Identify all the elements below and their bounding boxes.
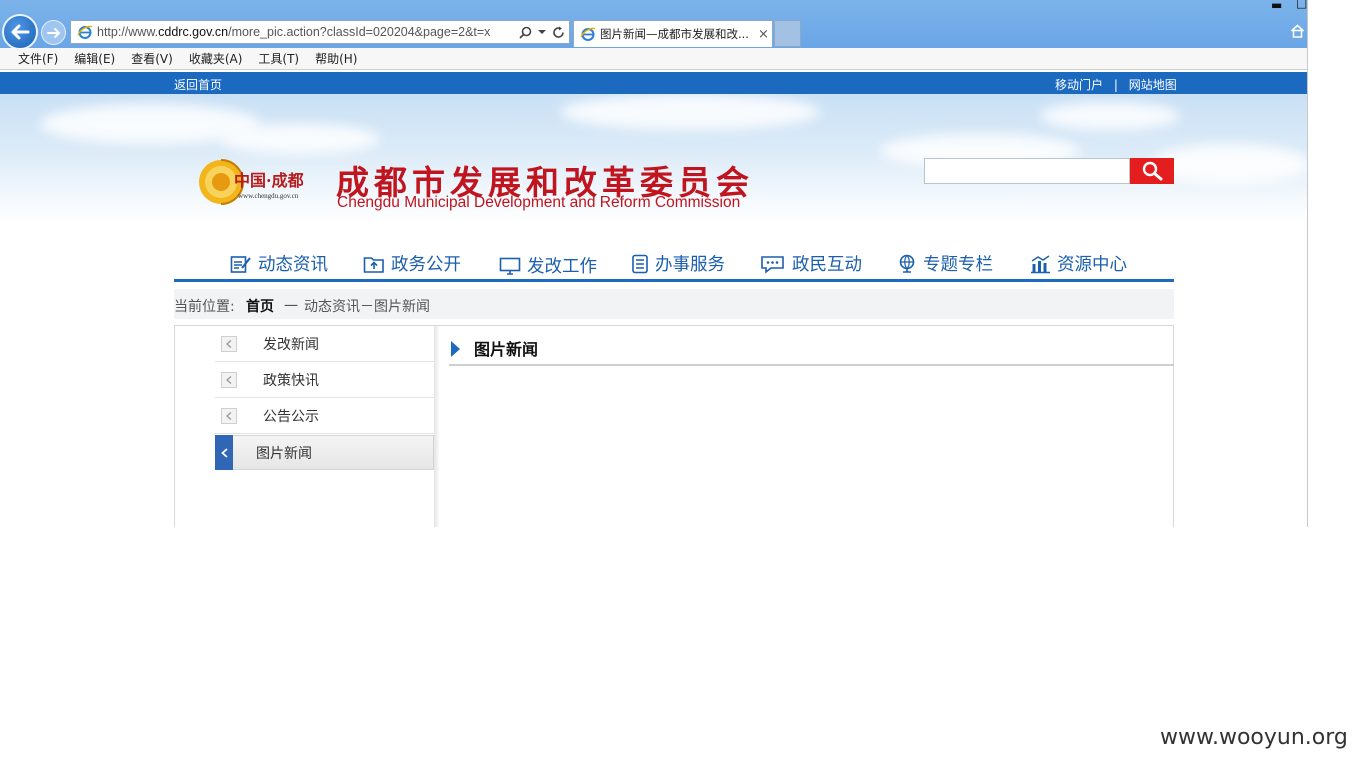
- breadcrumb-path[interactable]: 动态资讯－图片新闻: [304, 296, 430, 316]
- sidebar-item-announcements[interactable]: 公告公示: [215, 399, 434, 434]
- menu-favorites[interactable]: 收藏夹(A): [189, 50, 243, 67]
- separator: |: [1113, 78, 1118, 92]
- nav-resource-center[interactable]: 资源中心: [1029, 251, 1127, 276]
- monitor-icon: [499, 257, 521, 275]
- arrow-left-icon: [11, 24, 30, 40]
- web-page: 返回首页 移动门户 | 网站地图 中国·成都 www.chengdu.gov.c…: [0, 70, 1307, 527]
- home-icon[interactable]: [1290, 24, 1305, 38]
- site-name-en: Chengdu Municipal Development and Reform…: [337, 194, 741, 211]
- nav-label: 资源中心: [1057, 255, 1127, 275]
- nav-label: 发改工作: [527, 257, 597, 277]
- panel-title: 图片新闻: [474, 340, 539, 359]
- nav-news[interactable]: 动态资讯: [230, 251, 328, 276]
- browser-titlebar: http://www.cddrc.gov.cn/more_pic.action?…: [0, 0, 1307, 50]
- tab-title: 图片新闻—成都市发展和改...: [600, 27, 749, 41]
- breadcrumb-separator: 一: [284, 299, 298, 315]
- url-text[interactable]: http://www.cddrc.gov.cn/more_pic.action?…: [97, 25, 515, 39]
- panel-header: 图片新闻: [449, 334, 1174, 366]
- chevron-left-icon: [215, 435, 233, 470]
- sidebar-item-label: 发改新闻: [263, 337, 319, 353]
- nav-special-topics[interactable]: 专题专栏: [897, 251, 993, 276]
- breadcrumb: 当前位置: 首页 一 动态资讯－图片新闻: [174, 289, 1174, 319]
- watermark: www.wooyun.org: [1160, 725, 1348, 750]
- sidebar-item-picture-news[interactable]: 图片新闻: [215, 435, 434, 470]
- breadcrumb-label: 当前位置:: [174, 299, 235, 315]
- close-tab-icon[interactable]: ×: [758, 27, 769, 42]
- sidebar-item-label: 政策快讯: [263, 373, 319, 389]
- nav-services[interactable]: 办事服务: [631, 251, 725, 276]
- nav-label: 动态资讯: [258, 255, 328, 275]
- chevron-left-icon: [221, 372, 237, 388]
- content-area: 发改新闻 政策快讯 公告公示 图片新闻 图片新闻: [174, 325, 1174, 527]
- document-icon: [632, 254, 648, 273]
- menu-edit[interactable]: 编辑(E): [74, 50, 115, 67]
- menu-file[interactable]: 文件(F): [18, 50, 58, 67]
- nav-label: 办事服务: [655, 255, 725, 275]
- search-icon: [1142, 161, 1163, 181]
- top-strip: 返回首页 移动门户 | 网站地图: [0, 72, 1307, 94]
- nav-label: 政务公开: [391, 255, 461, 275]
- menu-bar: 文件(F) 编辑(E) 查看(V) 收藏夹(A) 工具(T) 帮助(H): [0, 48, 1307, 70]
- browser-tab[interactable]: 图片新闻—成都市发展和改... ×: [573, 20, 773, 47]
- main-nav: 动态资讯 政务公开 发改工作 办事服务 政民互动 专题专栏 资源中心: [174, 245, 1174, 282]
- chevron-left-icon: [221, 336, 237, 352]
- site-map-link[interactable]: 网站地图: [1129, 78, 1177, 92]
- menu-help[interactable]: 帮助(H): [315, 50, 357, 67]
- refresh-icon[interactable]: [552, 26, 565, 39]
- chevron-left-icon: [221, 408, 237, 424]
- triangle-right-icon: [451, 341, 460, 357]
- sidebar-divider: [434, 326, 439, 527]
- nav-interaction[interactable]: 政民互动: [760, 251, 862, 276]
- back-button[interactable]: [2, 14, 38, 50]
- globe-icon: [899, 254, 915, 273]
- nav-label: 政民互动: [792, 255, 862, 275]
- forward-button[interactable]: [41, 20, 66, 45]
- new-tab-button[interactable]: [774, 20, 801, 47]
- browser-window: http://www.cddrc.gov.cn/more_pic.action?…: [0, 0, 1308, 527]
- ie-icon: [77, 25, 93, 39]
- search-icon[interactable]: [519, 26, 532, 39]
- menu-tools[interactable]: 工具(T): [258, 50, 299, 67]
- mobile-portal-link[interactable]: 移动门户: [1055, 78, 1103, 92]
- nav-reform-work[interactable]: 发改工作: [499, 253, 597, 278]
- sidebar-item-policy-news[interactable]: 政策快讯: [215, 363, 434, 398]
- chat-bubble-icon: [761, 255, 784, 274]
- dropdown-icon[interactable]: [538, 29, 546, 35]
- sidebar-item-label: 公告公示: [263, 409, 319, 425]
- return-home-link[interactable]: 返回首页: [174, 76, 222, 93]
- maximize-button[interactable]: □: [1296, 0, 1307, 10]
- nav-government-affairs[interactable]: 政务公开: [363, 251, 461, 276]
- chengdu-logo[interactable]: 中国·成都 www.chengdu.gov.cn: [196, 157, 321, 209]
- nav-label: 专题专栏: [923, 255, 993, 275]
- site-search-button[interactable]: [1130, 158, 1174, 184]
- sidebar-item-reform-news[interactable]: 发改新闻: [215, 327, 434, 362]
- breadcrumb-home[interactable]: 首页: [246, 296, 274, 316]
- ie-icon: [580, 27, 596, 41]
- folder-upload-icon: [363, 256, 384, 273]
- menu-view[interactable]: 查看(V): [131, 50, 173, 67]
- arrow-right-icon: [46, 27, 60, 38]
- address-bar[interactable]: http://www.cddrc.gov.cn/more_pic.action?…: [70, 20, 570, 44]
- logo-text: 中国·成都: [234, 171, 304, 190]
- sidebar-item-label: 图片新闻: [256, 445, 312, 462]
- logo-url: www.chengdu.gov.cn: [238, 192, 299, 200]
- minimize-button[interactable]: ▬: [1271, 0, 1282, 12]
- bar-chart-icon: [1031, 254, 1050, 273]
- edit-note-icon: [230, 255, 251, 273]
- site-search-input[interactable]: [924, 158, 1130, 184]
